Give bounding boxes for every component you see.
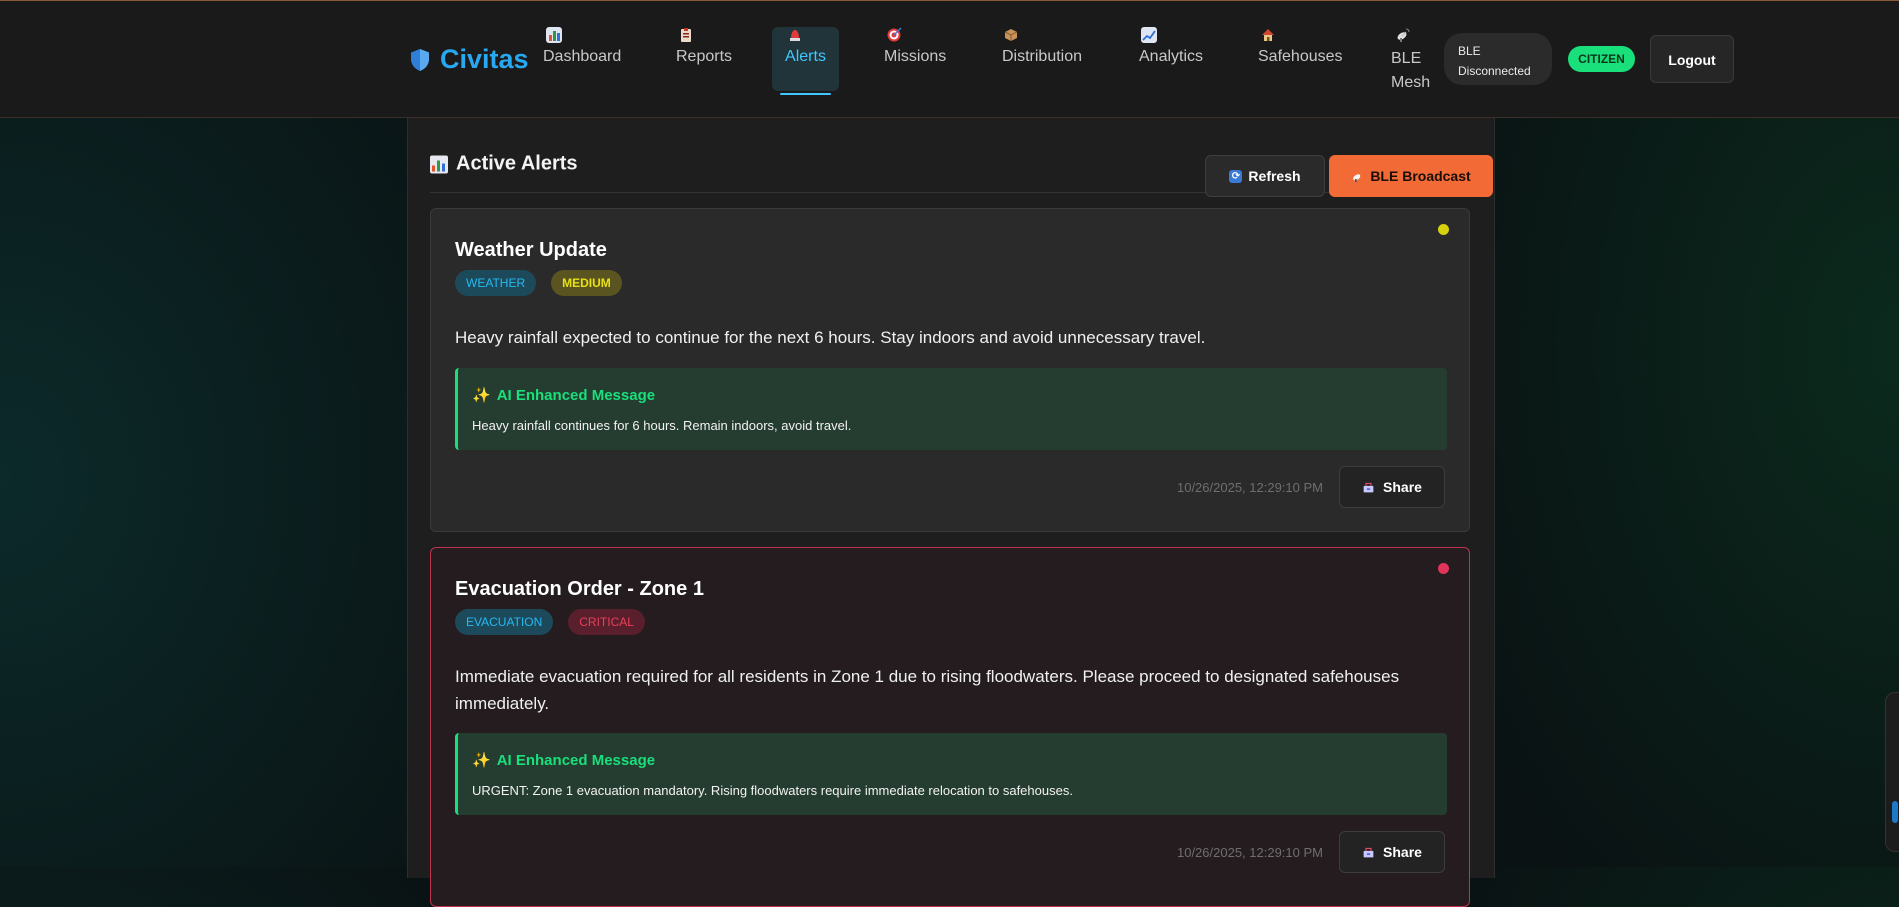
alert-message: Immediate evacuation required for all re… [455,667,1400,713]
top-navbar: Civitas Dashboard Reports Alerts Mission… [0,1,1899,118]
ai-enhanced-text: URGENT: Zone 1 evacuation mandatory. Ris… [472,783,1073,798]
ai-enhanced-box: ✨ AI Enhanced Message URGENT: Zone 1 eva… [455,733,1447,815]
sparkles-icon: ✨ [472,387,491,404]
nav-label: Analytics [1139,48,1204,65]
section-title: Active Alerts [430,153,578,176]
alert-tags: WEATHER MEDIUM [455,270,622,296]
alert-footer: 10/26/2025, 12:29:10 PM Share [1177,466,1445,508]
section-header: Active Alerts ⟳ Refresh BLE Broadcast [430,138,1493,197]
nav-label-line1: BLE [1391,50,1422,67]
alert-type-badge: EVACUATION [455,609,554,635]
nav-label: Missions [884,48,947,65]
alert-severity-badge: MEDIUM [551,270,622,296]
line-chart-icon [1141,27,1157,43]
role-badge: CITIZEN [1568,46,1635,72]
bar-chart-icon [546,27,562,43]
brand[interactable]: Civitas [410,44,529,75]
nav-label: Dashboard [543,48,622,65]
ai-enhanced-text: Heavy rainfall continues for 6 hours. Re… [472,418,852,433]
severity-dot [1438,563,1449,574]
alerts-panel: Active Alerts ⟳ Refresh BLE Broadcast We… [407,118,1495,907]
clipboard-icon [678,27,694,43]
siren-icon [787,27,803,43]
house-icon [1260,27,1276,43]
ble-status-indicator: BLE Disconnected [1444,33,1552,85]
active-tab-indicator [780,93,831,95]
ble-broadcast-button[interactable]: BLE Broadcast [1329,155,1493,197]
sparkles-icon: ✨ [472,752,491,769]
ai-enhanced-label: AI Enhanced Message [496,751,656,769]
alert-severity-badge: CRITICAL [568,609,645,635]
alert-title: Weather Update [455,239,607,261]
satellite-antenna-icon [1395,27,1411,43]
ai-enhanced-header: ✨ AI Enhanced Message [472,386,656,405]
nav-item-ble-mesh[interactable]: BLE Mesh [1391,27,1431,91]
ai-enhanced-header: ✨ AI Enhanced Message [472,751,656,770]
alert-tags: EVACUATION CRITICAL [455,609,645,635]
ble-status-label: BLE [1458,44,1481,58]
nav-item-alerts[interactable]: Alerts [772,27,839,95]
satellite-antenna-icon [1351,170,1364,183]
alert-title: Evacuation Order - Zone 1 [455,578,704,600]
logout-button[interactable]: Logout [1650,35,1734,83]
share-button[interactable]: Share [1339,466,1445,508]
nav-item-dashboard[interactable]: Dashboard [543,27,622,91]
nav-item-safehouses[interactable]: Safehouses [1258,27,1343,91]
side-drawer-handle[interactable] [1885,692,1899,852]
nav-item-distribution[interactable]: Distribution [1001,27,1083,91]
drawer-handle-grip [1892,801,1898,823]
section-title-text: Active Alerts [456,152,578,175]
nav-item-analytics[interactable]: Analytics [1139,27,1204,91]
share-label: Share [1383,844,1422,860]
bar-chart-icon [430,155,448,173]
app-name: Civitas [440,44,529,74]
alert-message: Heavy rainfall expected to continue for … [455,328,1206,347]
alert-type-badge: WEATHER [455,270,537,296]
share-label: Share [1383,479,1422,495]
share-icon [1362,481,1375,494]
refresh-icon: ⟳ [1229,169,1243,183]
alert-card: Weather Update WEATHER MEDIUM Heavy rain… [430,208,1470,532]
refresh-label: Refresh [1248,168,1301,184]
nav-label: Reports [676,48,733,65]
ai-enhanced-label: AI Enhanced Message [496,386,656,404]
nav-label: Safehouses [1258,48,1343,65]
package-icon [1003,27,1019,43]
ble-status-value: Disconnected [1458,64,1531,78]
target-icon [886,27,902,43]
severity-dot [1438,224,1449,235]
share-icon [1362,846,1375,859]
shield-logo-icon [411,48,429,71]
nav-label-line2: Mesh [1391,74,1431,91]
nav-label: Distribution [1001,48,1083,65]
refresh-button[interactable]: ⟳ Refresh [1205,155,1325,197]
nav-item-missions[interactable]: Missions [884,27,947,91]
ai-enhanced-box: ✨ AI Enhanced Message Heavy rainfall con… [455,368,1447,450]
alert-card: Evacuation Order - Zone 1 EVACUATION CRI… [430,547,1470,907]
alert-timestamp: 10/26/2025, 12:29:10 PM [1176,844,1323,860]
nav-label: Alerts [785,48,826,65]
nav-item-reports[interactable]: Reports [676,27,733,91]
alert-timestamp: 10/26/2025, 12:29:10 PM [1176,479,1323,495]
ble-broadcast-label: BLE Broadcast [1370,168,1471,184]
